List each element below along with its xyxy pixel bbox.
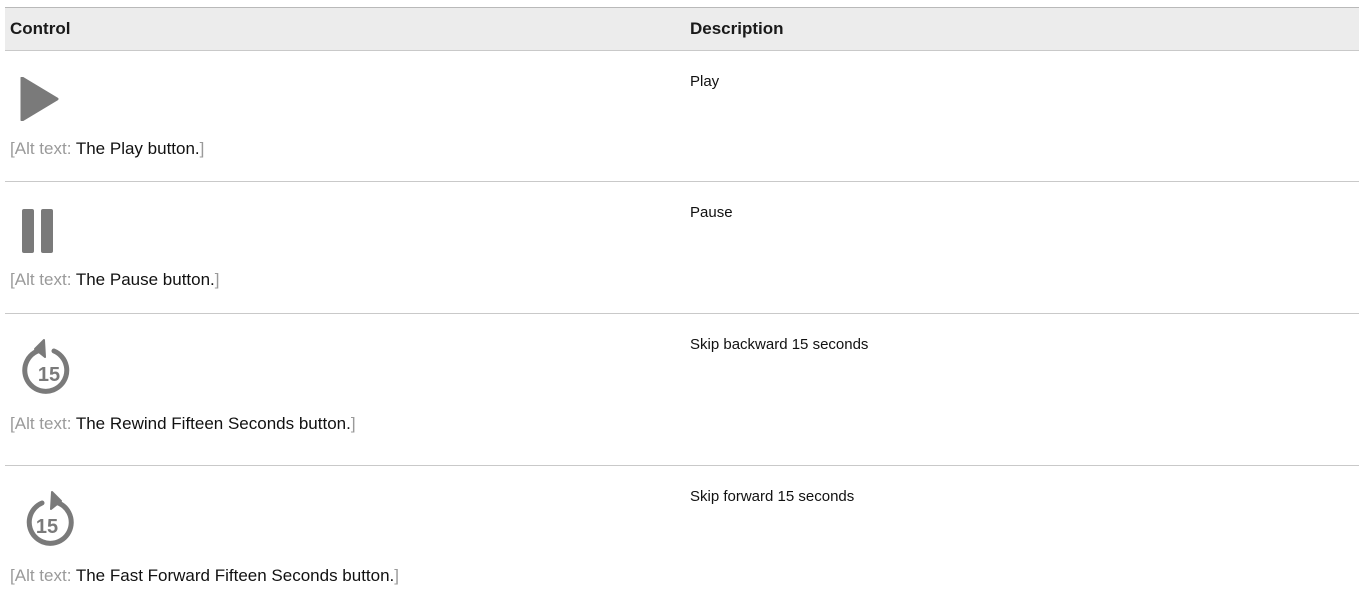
alt-text-line: [Alt text: The Play button.] bbox=[10, 139, 685, 159]
alt-text-value: The Fast Forward Fifteen Seconds button. bbox=[75, 566, 395, 585]
description-cell: Play bbox=[685, 50, 1359, 182]
fast-forward-15-label: 15 bbox=[36, 516, 58, 538]
description-cell: Skip backward 15 seconds bbox=[685, 313, 1359, 466]
alt-text-label: Alt text: bbox=[14, 270, 76, 289]
alt-text-label: Alt text: bbox=[14, 139, 76, 158]
icon-container bbox=[10, 71, 685, 133]
alt-text-label: Alt text: bbox=[14, 566, 76, 585]
alt-text-value: The Rewind Fifteen Seconds button. bbox=[75, 414, 351, 433]
table-row: 15 [Alt text: The Rewind Fifteen Seconds… bbox=[5, 313, 1359, 466]
icon-container: 15 bbox=[10, 330, 685, 408]
alt-close-bracket: ] bbox=[199, 139, 205, 158]
header-row: Control Description bbox=[5, 7, 1359, 51]
description-cell: Skip forward 15 seconds bbox=[685, 466, 1359, 607]
table-body: [Alt text: The Play button.] Play [Alt t… bbox=[5, 50, 1359, 607]
control-cell: 15 [Alt text: The Fast Forward Fifteen S… bbox=[5, 466, 685, 607]
control-cell: 15 [Alt text: The Rewind Fifteen Seconds… bbox=[5, 313, 685, 466]
description-text: Skip forward 15 seconds bbox=[690, 488, 855, 505]
alt-text-value: The Play button. bbox=[75, 139, 200, 158]
alt-close-bracket: ] bbox=[214, 270, 220, 289]
table-row: [Alt text: The Pause button.] Pause bbox=[5, 181, 1359, 314]
alt-text-line: [Alt text: The Rewind Fifteen Seconds bu… bbox=[10, 414, 685, 434]
table-header: Control Description bbox=[5, 7, 1359, 51]
control-cell: [Alt text: The Pause button.] bbox=[5, 181, 685, 314]
fast-forward-15-icon: 15 bbox=[26, 491, 74, 546]
alt-text-line: [Alt text: The Pause button.] bbox=[10, 270, 685, 290]
alt-text-line: [Alt text: The Fast Forward Fifteen Seco… bbox=[10, 566, 685, 586]
description-text: Pause bbox=[690, 204, 733, 221]
icon-container: 15 bbox=[10, 482, 685, 560]
column-header-control: Control bbox=[5, 7, 685, 51]
alt-close-bracket: ] bbox=[394, 566, 400, 585]
table-row: [Alt text: The Play button.] Play bbox=[5, 50, 1359, 182]
icon-container bbox=[10, 202, 685, 264]
controls-table: Control Description [Alt text: The Play … bbox=[5, 7, 1359, 606]
alt-close-bracket: ] bbox=[350, 414, 356, 433]
pause-icon bbox=[22, 209, 53, 253]
table-row: 15 [Alt text: The Fast Forward Fifteen S… bbox=[5, 466, 1359, 607]
description-cell: Pause bbox=[685, 181, 1359, 314]
alt-text-label: Alt text: bbox=[14, 414, 76, 433]
description-text: Skip backward 15 seconds bbox=[690, 336, 869, 353]
rewind-15-label: 15 bbox=[38, 364, 60, 386]
rewind-15-icon: 15 bbox=[22, 339, 70, 394]
column-header-description: Description bbox=[685, 7, 1359, 51]
control-cell: [Alt text: The Play button.] bbox=[5, 50, 685, 182]
play-icon bbox=[20, 77, 59, 121]
alt-text-value: The Pause button. bbox=[75, 270, 215, 289]
description-text: Play bbox=[690, 73, 720, 90]
